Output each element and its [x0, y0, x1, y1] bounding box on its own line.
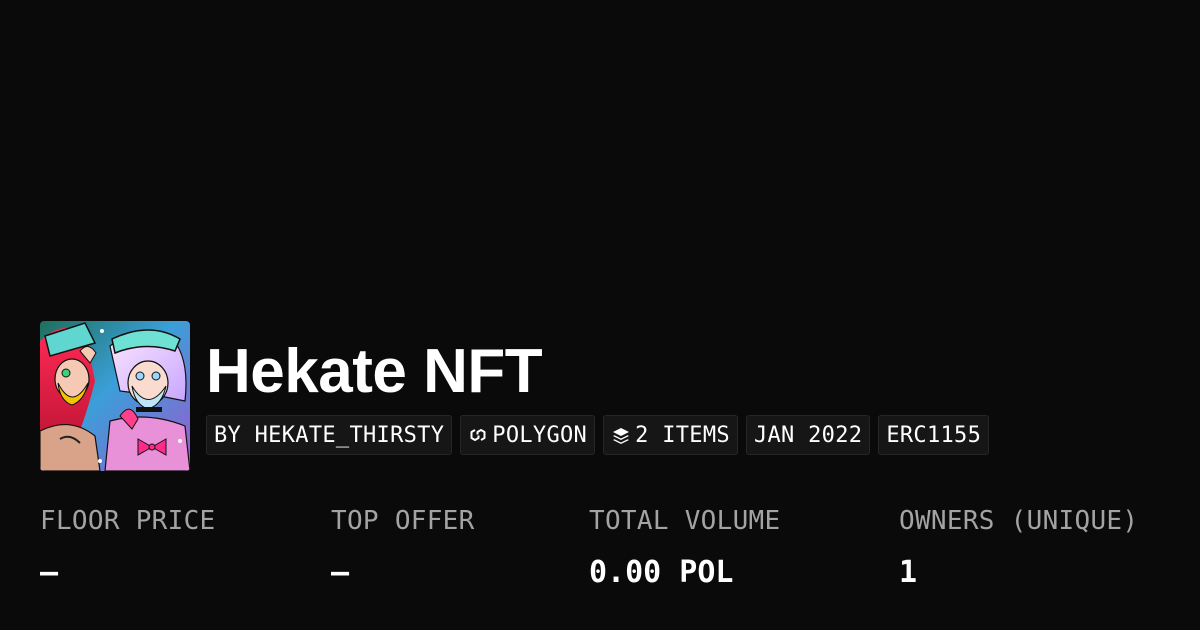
- top-offer-label: TOP OFFER: [331, 506, 475, 536]
- total-volume-label: TOTAL VOLUME: [589, 506, 781, 536]
- token-standard-chip[interactable]: ERC1155: [878, 415, 990, 455]
- chain-chip[interactable]: POLYGON: [460, 415, 596, 455]
- created-date-chip-label: JAN 2022: [753, 422, 863, 448]
- items-count-chip[interactable]: 2 ITEMS: [603, 415, 738, 455]
- created-date-chip[interactable]: JAN 2022: [745, 415, 871, 455]
- chain-chip-label: POLYGON: [492, 422, 588, 448]
- total-volume-value: 0.00 POL: [589, 555, 734, 590]
- owners-value: 1: [899, 555, 918, 590]
- floor-price-label: FLOOR PRICE: [40, 506, 216, 536]
- top-offer-stat: TOP OFFER –: [331, 504, 475, 590]
- collection-avatar: [40, 321, 190, 471]
- stack-layers-icon: [611, 425, 631, 445]
- token-standard-chip-label: ERC1155: [886, 422, 982, 448]
- floor-price-value: –: [40, 555, 59, 590]
- owners-stat: OWNERS (UNIQUE) 1: [899, 504, 1138, 590]
- items-count-chip-label: 2 ITEMS: [635, 422, 730, 448]
- owners-label: OWNERS (UNIQUE): [899, 506, 1139, 536]
- floor-price-stat: FLOOR PRICE –: [40, 504, 216, 590]
- collection-title: Hekate NFT: [206, 337, 543, 406]
- creator-chip[interactable]: BY HEKATE_THIRSTY: [206, 415, 453, 455]
- polygon-chain-icon: [468, 425, 488, 445]
- anime-artwork-avatar-icon: [40, 321, 190, 471]
- top-offer-value: –: [331, 555, 350, 590]
- total-volume-stat: TOTAL VOLUME 0.00 POL: [589, 504, 780, 590]
- collection-meta-chips: BY HEKATE_THIRSTY POLYGON 2 ITEMS JAN 20…: [206, 415, 990, 455]
- creator-chip-label: BY HEKATE_THIRSTY: [214, 422, 445, 448]
